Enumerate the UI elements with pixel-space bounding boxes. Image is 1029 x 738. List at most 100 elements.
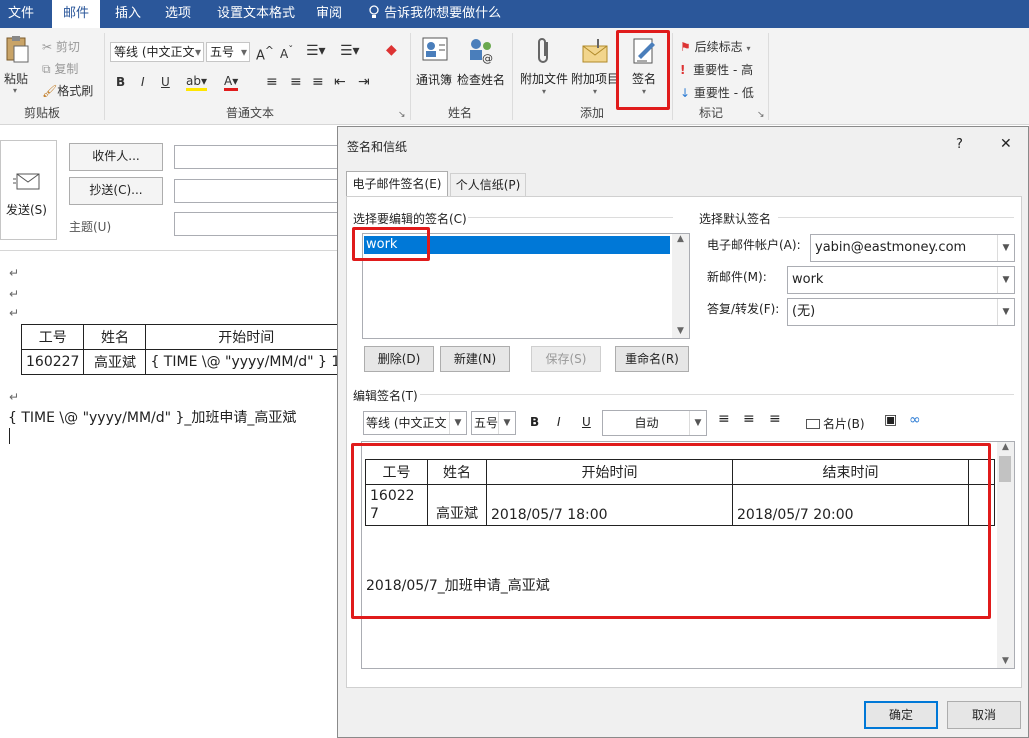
- numbering-icon[interactable]: ☰▾: [340, 43, 360, 59]
- body-field-line[interactable]: { TIME \@ "yyyy/MM/d" }_加班申请_高亚斌: [8, 407, 296, 427]
- table-cell: 高亚斌: [83, 349, 147, 375]
- new-message-label: 新邮件(M):: [707, 270, 767, 284]
- paste-button[interactable]: [4, 34, 30, 68]
- edit-signature-label: 编辑签名(T): [353, 389, 418, 403]
- insert-picture-icon[interactable]: ▣: [884, 412, 897, 428]
- font-size-select[interactable]: 五号 ▾: [206, 42, 250, 62]
- cc-button[interactable]: 抄送(C)...: [69, 177, 163, 205]
- delete-button[interactable]: 删除(D): [364, 346, 434, 372]
- indent-icon[interactable]: ⇥: [358, 74, 370, 90]
- lightbulb-icon: [369, 5, 379, 18]
- cc-field[interactable]: [174, 179, 339, 203]
- high-importance-button[interactable]: ! 重要性 - 高: [680, 61, 753, 78]
- edit-italic-icon[interactable]: I: [557, 415, 561, 429]
- tab-stationery[interactable]: 个人信纸(P): [450, 173, 526, 197]
- rename-button[interactable]: 重命名(R): [615, 346, 689, 372]
- font-color-icon[interactable]: A▾: [224, 74, 239, 91]
- dialog-launcher-icon[interactable]: ↘: [398, 110, 406, 120]
- format-painter-button[interactable]: 🖌格式刷: [42, 82, 93, 99]
- clear-format-icon[interactable]: ◆: [386, 42, 397, 58]
- scrollbar-thumb[interactable]: [999, 456, 1011, 482]
- edit-underline-icon[interactable]: U: [582, 415, 591, 429]
- high-importance-label: 重要性 - 高: [693, 63, 754, 77]
- save-button[interactable]: 保存(S): [531, 346, 601, 372]
- signature-highlight-box: [616, 30, 670, 110]
- italic-icon[interactable]: I: [141, 75, 145, 89]
- account-select[interactable]: yabin@eastmoney.com ▼: [810, 234, 1015, 262]
- shrink-font-icon[interactable]: Aˇ: [280, 45, 293, 61]
- attach-item-button[interactable]: 附加项目 ▾: [571, 36, 619, 100]
- underline-icon[interactable]: U: [161, 75, 170, 89]
- attach-item-label: 附加项目: [571, 72, 619, 86]
- dialog-launcher-icon[interactable]: ↘: [757, 110, 765, 120]
- chevron-up-icon: ▲: [1002, 442, 1009, 452]
- ok-button[interactable]: 确定: [864, 701, 938, 729]
- basic-text-group-label: 普通文本: [225, 106, 274, 120]
- attach-file-button[interactable]: 附加文件 ▾: [518, 36, 570, 100]
- chevron-down-icon: ▼: [997, 267, 1014, 293]
- paste-dropdown-icon[interactable]: ▾: [13, 86, 17, 95]
- tab-format-text[interactable]: 设置文本格式: [217, 0, 297, 28]
- tab-review[interactable]: 审阅: [316, 0, 346, 28]
- account-label: 电子邮件帐户(A):: [707, 238, 801, 252]
- paragraph-mark: ↵: [9, 287, 20, 301]
- compose-table[interactable]: 工号 姓名 开始时间 160227 高亚斌 { TIME \@ "yyyy/MM…: [20, 324, 346, 375]
- highlight-icon[interactable]: ab▾: [186, 74, 207, 91]
- scrollbar[interactable]: ▲ ▼: [672, 234, 689, 338]
- cut-button[interactable]: ✂ 剪切: [42, 38, 80, 55]
- align-left-icon[interactable]: ≡: [266, 74, 278, 90]
- help-button[interactable]: ?: [956, 137, 963, 152]
- edit-color-select[interactable]: 自动 ▼: [602, 410, 707, 436]
- font-select[interactable]: 等线 (中文正文 ▾: [110, 42, 204, 62]
- edit-bold-icon[interactable]: B: [530, 415, 539, 429]
- cancel-button[interactable]: 取消: [947, 701, 1021, 729]
- to-button[interactable]: 收件人...: [69, 143, 163, 171]
- outdent-icon[interactable]: ⇤: [334, 74, 346, 90]
- business-card-label: 名片(B): [823, 417, 865, 431]
- tell-me-box[interactable]: 告诉我你想要做什么: [368, 0, 508, 28]
- copy-button[interactable]: ⧉ 复制: [42, 60, 78, 77]
- table-row: 160227 高亚斌 { TIME \@ "yyyy/MM/d" } 1: [20, 349, 346, 375]
- follow-up-label: 后续标志: [694, 40, 743, 54]
- reply-forward-select[interactable]: (无) ▼: [787, 298, 1015, 326]
- hyperlink-icon[interactable]: ∞: [909, 412, 921, 428]
- bold-icon[interactable]: B: [116, 75, 125, 89]
- close-icon[interactable]: ✕: [1000, 136, 1012, 152]
- font-value: 等线 (中文正文: [114, 45, 195, 59]
- paragraph-mark: ↵: [9, 306, 20, 320]
- tab-insert[interactable]: 插入: [115, 0, 145, 28]
- chevron-down-icon: ▼: [449, 412, 466, 434]
- tab-email-signature[interactable]: 电子邮件签名(E): [346, 171, 448, 197]
- new-message-select[interactable]: work ▼: [787, 266, 1015, 294]
- to-field[interactable]: [174, 145, 339, 169]
- reply-forward-value: (无): [792, 304, 816, 319]
- tab-file[interactable]: 文件: [8, 0, 38, 28]
- edit-color-value: 自动: [634, 416, 659, 430]
- font-size-value: 五号: [210, 45, 235, 59]
- align-right-icon[interactable]: ≡: [312, 74, 324, 90]
- edit-align-right-icon[interactable]: ≡: [769, 411, 781, 427]
- editor-scrollbar[interactable]: ▲ ▼: [997, 442, 1014, 668]
- business-card-button[interactable]: 名片(B): [806, 415, 865, 432]
- grow-font-icon[interactable]: A^: [256, 44, 274, 63]
- paragraph-mark: ↵: [9, 266, 20, 280]
- check-names-button[interactable]: @ 检查姓名: [456, 36, 506, 96]
- edit-font-select[interactable]: 等线 (中文正文 ▼: [363, 411, 467, 435]
- edit-align-left-icon[interactable]: ≡: [718, 411, 730, 427]
- bullets-icon[interactable]: ☰▾: [306, 43, 326, 59]
- edit-align-center-icon[interactable]: ≡: [743, 411, 755, 427]
- align-center-icon[interactable]: ≡: [290, 74, 302, 90]
- address-book-button[interactable]: 通讯簿: [416, 36, 454, 96]
- chevron-up-icon: ▲: [677, 234, 684, 244]
- tab-options[interactable]: 选项: [165, 0, 195, 28]
- table-header: 开始时间: [145, 324, 346, 350]
- subject-field[interactable]: [174, 212, 339, 236]
- brush-icon: 🖌: [42, 84, 58, 98]
- follow-up-button[interactable]: ⚑ 后续标志 ▾: [680, 38, 750, 55]
- new-button[interactable]: 新建(N): [440, 346, 510, 372]
- edit-size-select[interactable]: 五号 ▼: [471, 411, 516, 435]
- include-group-label: 添加: [579, 106, 604, 120]
- tab-mail[interactable]: 邮件: [52, 0, 100, 28]
- low-importance-button[interactable]: ↓ 重要性 - 低: [680, 84, 754, 101]
- send-button[interactable]: 发送(S): [0, 140, 57, 240]
